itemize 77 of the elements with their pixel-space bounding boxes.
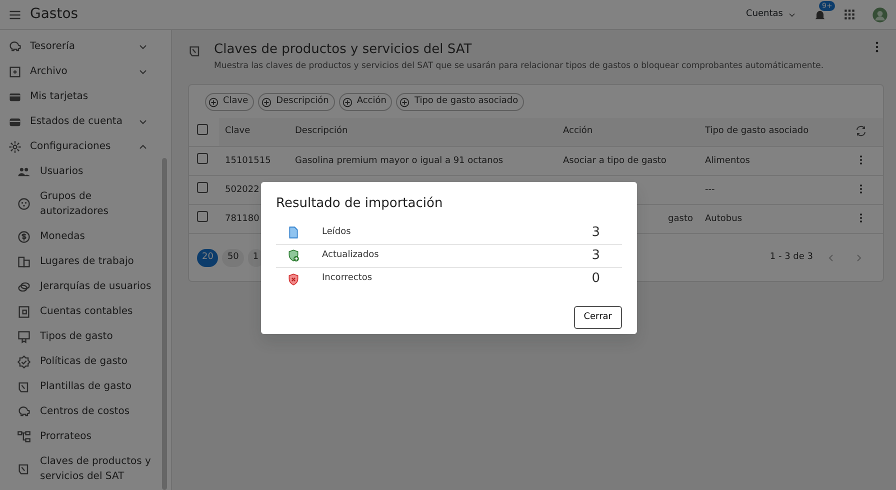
table-cell: 502022 [225, 184, 260, 194]
table-cell: Alimentos [705, 156, 750, 166]
sidebar-item[interactable]: Tipos de gasto [0, 324, 171, 349]
badge-check-icon [17, 354, 31, 368]
sidebar-item[interactable]: Estados de cuenta [0, 109, 171, 134]
sidebar-item[interactable]: Cuentas contables [0, 299, 171, 324]
sidebar-item[interactable]: Centros de costos [0, 399, 171, 424]
plus-circle-icon [261, 96, 272, 108]
sidebar-item[interactable]: Lugares de trabajo [0, 249, 171, 274]
result-label: Actualizados [322, 248, 379, 262]
sidebar-item[interactable]: Mis tarjetas [0, 84, 171, 109]
filter-chip[interactable]: Descripción [258, 93, 335, 111]
sidebar-item[interactable]: Políticas de gasto [0, 349, 171, 374]
result-count: 3 [592, 224, 601, 242]
result-label: Leídos [322, 226, 351, 239]
result-count: 3 [592, 246, 601, 265]
coins-icon [17, 280, 31, 294]
sidebar-item[interactable]: Grupos de autorizadores [0, 184, 171, 224]
document-icon [188, 44, 202, 58]
document-icon [17, 462, 31, 476]
document-icon [17, 380, 31, 394]
filter-chip[interactable]: Acción [338, 93, 392, 111]
table-cell: --- [705, 184, 715, 194]
archive-box-icon [8, 64, 22, 78]
sidebar-item[interactable]: Monedas [0, 224, 171, 249]
page-description: Muestra las claves de productos y servicios del SAT que se usarán para relacionar tipos de gastos o bloquear comprobantes automáticamente. [214, 60, 825, 72]
ledger-icon [17, 304, 31, 318]
filter-chip[interactable]: Tipo de gasto asociado [396, 93, 524, 111]
table-cell: Gasolina premium mayor o igual a 91 octanos [295, 156, 504, 166]
piggy-bank-icon [8, 40, 22, 54]
checkbox[interactable] [197, 124, 208, 135]
filter-chip[interactable]: Clave [205, 93, 254, 111]
file-icon [287, 226, 300, 239]
table-cell: 781180 [225, 214, 260, 224]
hierarchy-icon [17, 430, 31, 444]
page-size-option[interactable]: 20 [197, 249, 218, 267]
piggy-bank-icon [17, 404, 31, 418]
checkbox[interactable] [197, 153, 208, 164]
plus-circle-icon [399, 96, 410, 108]
column-header: Descripción [289, 118, 557, 147]
shield-x-icon [287, 272, 300, 286]
sidebar-item[interactable]: Plantillas de gasto [0, 374, 171, 399]
column-header: Tipo de gasto asociado [699, 118, 849, 147]
buildings-icon [17, 254, 31, 268]
checkbox[interactable] [197, 211, 208, 222]
result-label: Incorrectos [322, 272, 372, 286]
checkbox[interactable] [197, 182, 208, 193]
sidebar-item[interactable]: Jerarquías de usuarios [0, 274, 171, 299]
sidebar-item[interactable]: Claves de productos y servicios del SAT [0, 449, 171, 489]
plus-circle-icon [342, 96, 353, 108]
sidebar-item[interactable]: Prorrateos [0, 424, 171, 449]
close-button[interactable]: Cerrar [574, 306, 622, 329]
apps-grid-icon[interactable] [843, 8, 856, 21]
column-header: Acción [557, 118, 699, 147]
refresh-icon[interactable] [855, 125, 867, 138]
sidebar-item[interactable]: Configuraciones [0, 134, 171, 159]
shield-plus-icon [287, 249, 300, 262]
dialog-title: Resultado de importación [276, 195, 444, 213]
table-cell: gasto [668, 214, 693, 224]
avatar-icon[interactable] [872, 6, 888, 22]
table-cell: Autobus [705, 214, 742, 224]
receipt-icon [17, 330, 31, 344]
sidebar-item[interactable]: Usuarios [0, 159, 171, 184]
table-cell: Asociar a tipo de gasto [563, 156, 666, 166]
page-size-option[interactable]: 50 [222, 249, 244, 267]
column-header: Clave [219, 118, 289, 147]
app-title: Gastos [30, 5, 78, 24]
pagination-range: 1 - 3 de 3 [770, 251, 813, 264]
dollar-coin-icon [17, 230, 31, 244]
page-title: Claves de productos y servicios del SAT [214, 41, 473, 59]
sidebar-item[interactable]: Tesorería [0, 34, 171, 59]
table-cell: 15101515 [225, 156, 271, 166]
sidebar-item[interactable]: Archivo [0, 59, 171, 84]
result-count: 0 [592, 270, 601, 288]
plus-circle-icon [208, 96, 219, 108]
account-menu[interactable]: Cuentas [746, 8, 797, 22]
scrollbar[interactable] [162, 158, 167, 490]
